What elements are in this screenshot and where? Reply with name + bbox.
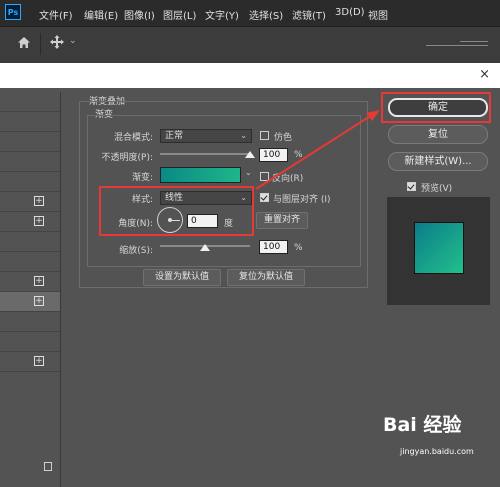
menu-view[interactable]: 视图 xyxy=(368,7,388,22)
baidu-watermark: Bai 经验 xyxy=(383,414,462,436)
menu-filter[interactable]: 滤镜(T) xyxy=(292,7,326,22)
menu-3d[interactable]: 3D(D) xyxy=(335,7,365,18)
photoshop-logo: Ps xyxy=(5,4,21,20)
menu-select[interactable]: 选择(S) xyxy=(249,7,283,22)
baidu-watermark-url: jingyan.baidu.com xyxy=(400,447,474,456)
chevron-down-icon[interactable]: ⌄ xyxy=(69,36,77,46)
home-icon[interactable] xyxy=(17,36,31,49)
menu-image[interactable]: 图像(I) xyxy=(124,7,155,22)
menu-edit[interactable]: 编辑(E) xyxy=(84,7,118,22)
menu-bar: Ps 文件(F) 编辑(E) 图像(I) 图层(L) 文字(Y) 选择(S) 滤… xyxy=(0,0,500,26)
menu-file[interactable]: 文件(F) xyxy=(39,7,73,22)
options-bar: ⌄ xyxy=(0,26,500,63)
menu-type[interactable]: 文字(Y) xyxy=(205,7,239,22)
menu-layer[interactable]: 图层(L) xyxy=(163,7,196,22)
move-icon[interactable] xyxy=(50,35,64,49)
